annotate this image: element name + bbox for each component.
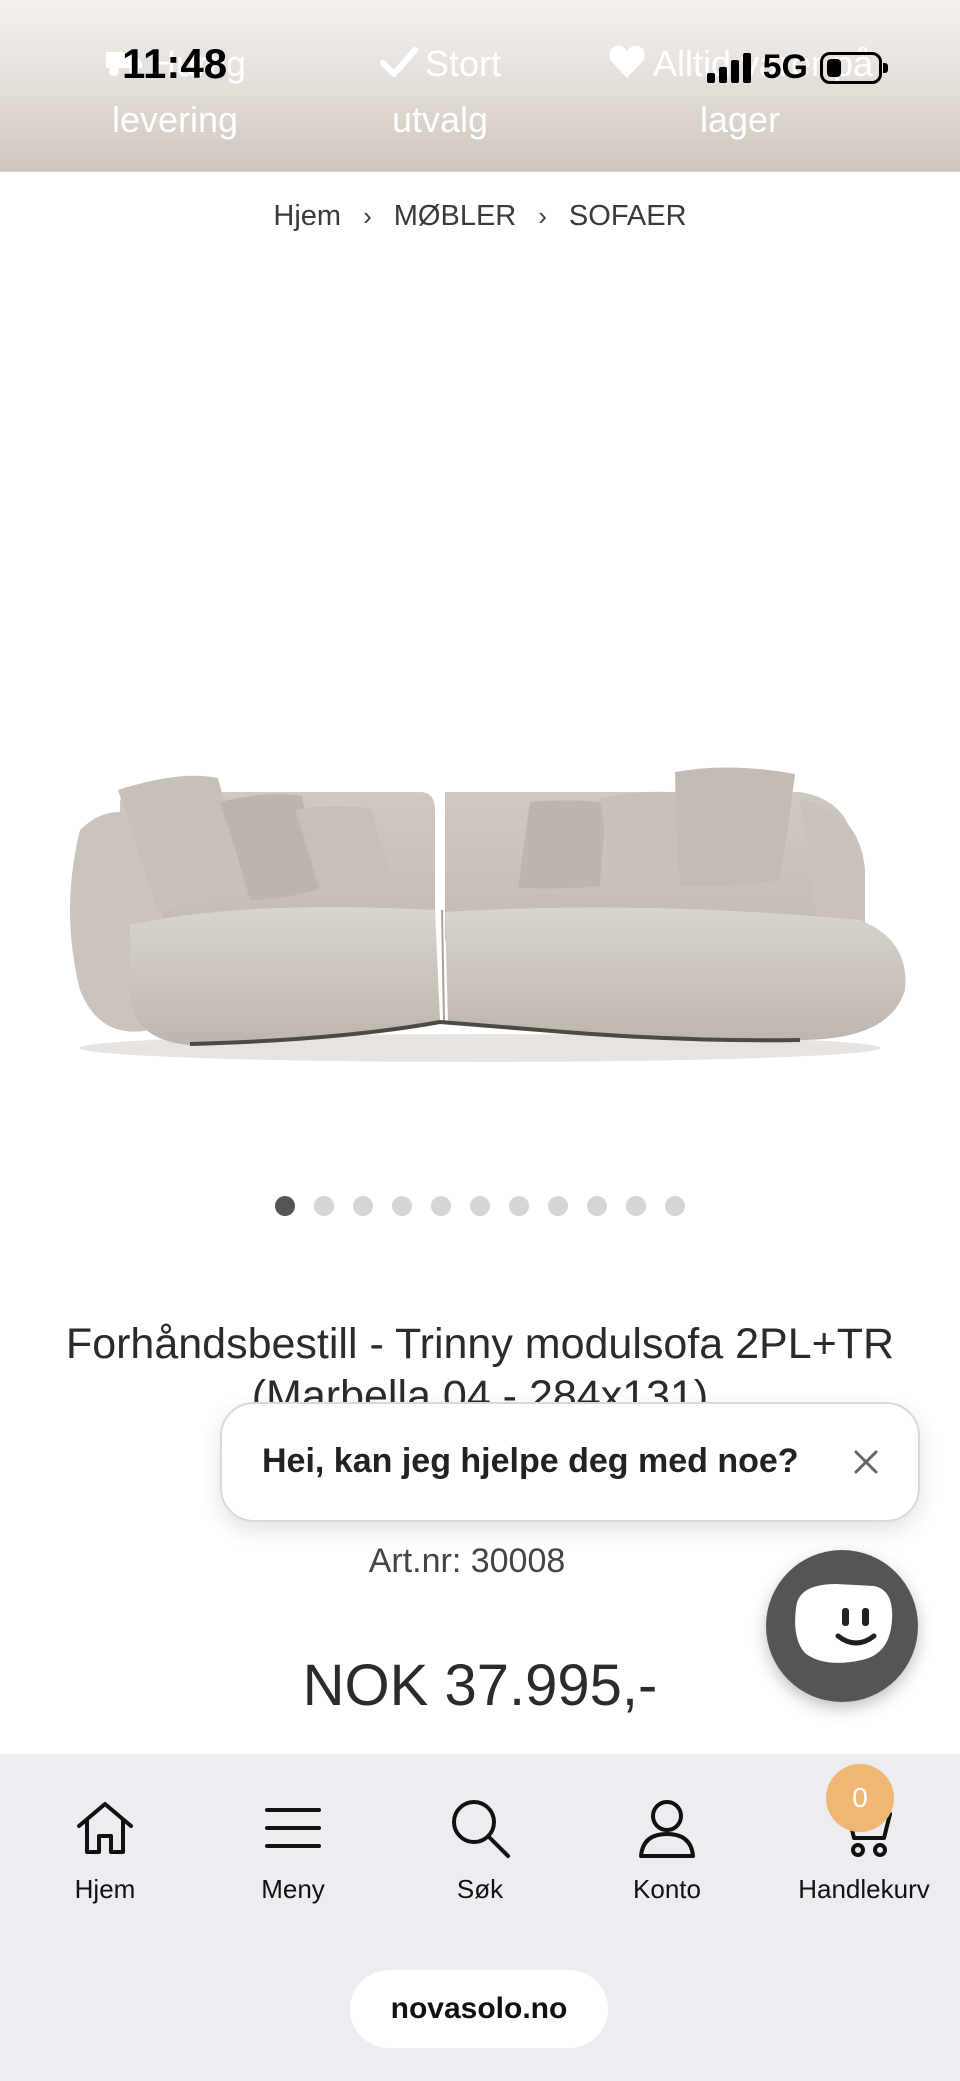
usp-large-selection: Stort utvalg bbox=[340, 36, 540, 148]
usp-line2: levering bbox=[111, 99, 239, 140]
gallery-dot[interactable] bbox=[431, 1196, 451, 1216]
close-icon[interactable] bbox=[844, 1440, 888, 1484]
usp-line2: lager bbox=[699, 99, 781, 140]
gallery-dot[interactable] bbox=[353, 1196, 373, 1216]
gallery-dot[interactable] bbox=[665, 1196, 685, 1216]
usp-banner: Hurtig levering Stort utvalg Alltid vare… bbox=[0, 0, 960, 172]
chevron-right-icon: › bbox=[363, 201, 372, 231]
nav-item-home[interactable]: Hjem bbox=[30, 1796, 180, 1905]
nav-label: Søk bbox=[456, 1874, 504, 1904]
gallery-dot[interactable] bbox=[509, 1196, 529, 1216]
cart-count-badge: 0 bbox=[826, 1764, 894, 1832]
breadcrumb-furniture[interactable]: MØBLER bbox=[394, 200, 516, 233]
gallery-pagination bbox=[0, 1196, 960, 1216]
product-price: NOK 37.995,- bbox=[302, 1653, 658, 1718]
heart-icon bbox=[609, 45, 645, 78]
gallery-dot[interactable] bbox=[626, 1196, 646, 1216]
status-indicators: 5G bbox=[706, 48, 888, 87]
gallery-dot[interactable] bbox=[275, 1196, 295, 1216]
gallery-dot[interactable] bbox=[548, 1196, 568, 1216]
nav-label: Handlekurv bbox=[798, 1874, 930, 1904]
network-type: 5G bbox=[762, 48, 808, 86]
user-icon bbox=[639, 1800, 695, 1858]
gallery-dot[interactable] bbox=[314, 1196, 334, 1216]
usp-line2: utvalg bbox=[391, 99, 489, 140]
nav-label: Meny bbox=[261, 1874, 325, 1904]
gallery-dot[interactable] bbox=[470, 1196, 490, 1216]
usp-line1: Stort bbox=[424, 43, 502, 84]
nav-item-cart[interactable]: 0 Handlekurv bbox=[779, 1764, 949, 1905]
browser-url-bar[interactable]: novasolo.no bbox=[350, 1970, 608, 2048]
gallery-dot[interactable] bbox=[392, 1196, 412, 1216]
product-title: Forhåndsbestill - Trinny modulsofa 2PL+T… bbox=[65, 1320, 895, 1410]
nav-label: Hjem bbox=[74, 1874, 136, 1904]
nav-item-menu[interactable]: Meny bbox=[218, 1796, 368, 1905]
search-icon bbox=[452, 1800, 510, 1858]
chat-greeting-bubble[interactable]: Hei, kan jeg hjelpe deg med noe? bbox=[220, 1402, 920, 1522]
chat-greeting-text: Hei, kan jeg hjelpe deg med noe? bbox=[262, 1442, 799, 1480]
home-icon bbox=[77, 1802, 133, 1854]
nav-item-search[interactable]: Søk bbox=[405, 1796, 555, 1905]
product-image[interactable] bbox=[40, 740, 920, 1080]
checkmark-icon bbox=[379, 47, 418, 77]
breadcrumb-home[interactable]: Hjem bbox=[273, 200, 341, 233]
status-time: 11:48 bbox=[122, 40, 228, 87]
nav-item-account[interactable]: Konto bbox=[592, 1796, 742, 1905]
gallery-dot[interactable] bbox=[587, 1196, 607, 1216]
battery-icon bbox=[820, 51, 888, 84]
menu-icon bbox=[265, 1808, 321, 1848]
breadcrumb-sofas[interactable]: SOFAER bbox=[569, 200, 687, 233]
breadcrumb: Hjem › MØBLER › SOFAER bbox=[0, 200, 960, 233]
nav-label: Konto bbox=[633, 1874, 701, 1904]
chevron-right-icon: › bbox=[538, 201, 547, 231]
signal-icon bbox=[706, 52, 751, 83]
